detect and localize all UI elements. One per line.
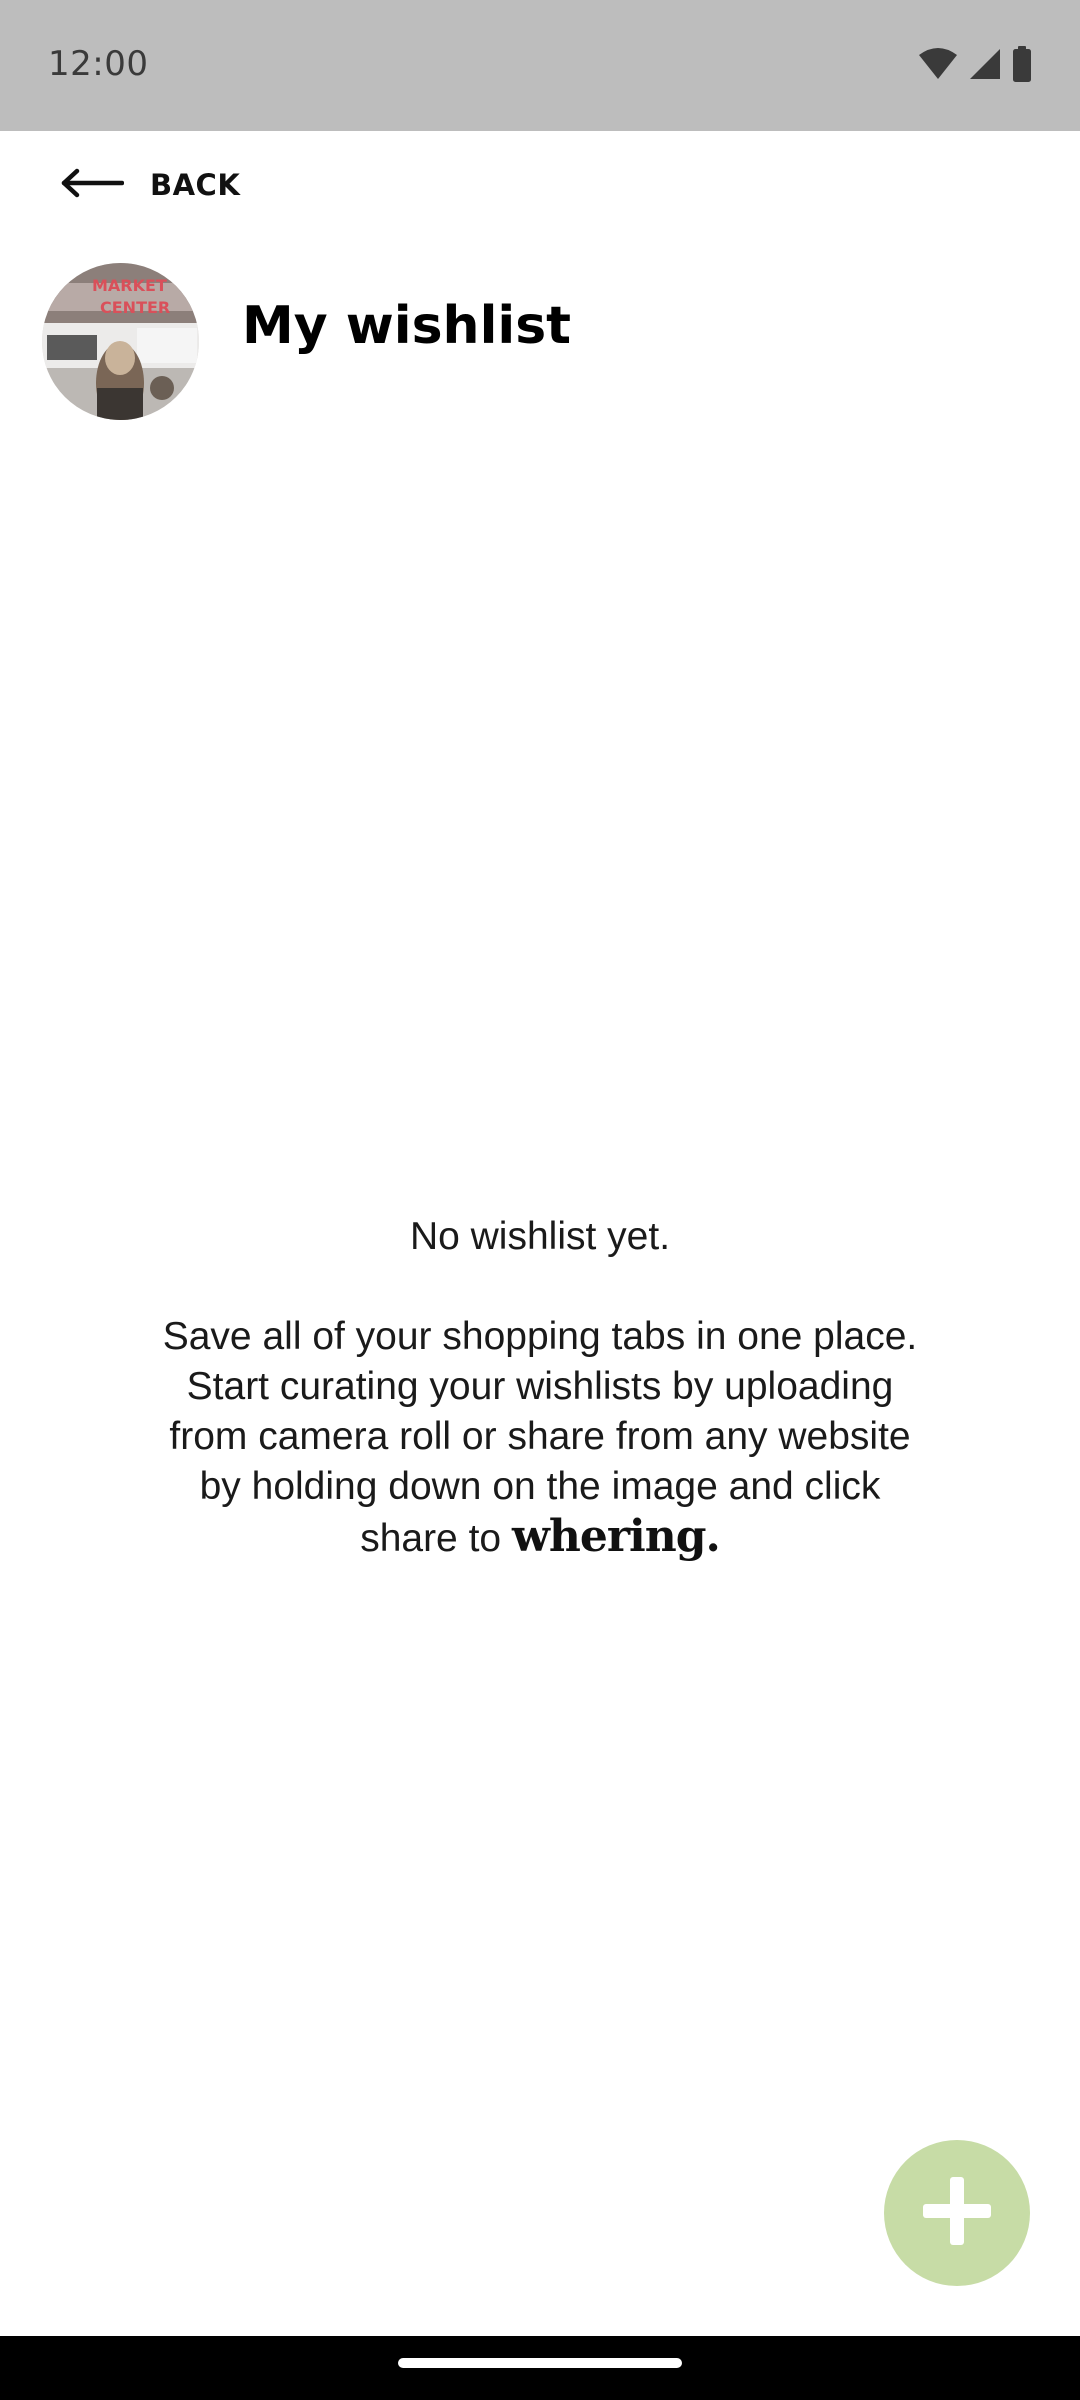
empty-state-last-line: share to whering. (90, 1512, 990, 1564)
system-nav-bar (0, 2336, 1080, 2400)
wifi-icon (918, 47, 958, 81)
empty-state: No wishlist yet. Save all of your shoppi… (90, 1212, 990, 1564)
status-bar: 12:00 (0, 0, 1080, 131)
page-title: My wishlist (242, 296, 572, 356)
empty-state-line: Save all of your shopping tabs in one pl… (162, 1315, 918, 1358)
wishlist-screen: 12:00 BACK MARKET CENTER My wishlist No … (0, 0, 1080, 2400)
arrow-left-icon (60, 168, 125, 203)
empty-state-description: Save all of your shopping tabs in one pl… (90, 1312, 990, 1564)
brand-logo: whering. (511, 1511, 721, 1562)
status-time: 12:00 (48, 44, 149, 84)
back-button[interactable]: BACK (60, 160, 240, 210)
home-indicator[interactable] (398, 2358, 682, 2368)
svg-text:MARKET: MARKET (92, 276, 167, 295)
avatar[interactable]: MARKET CENTER (42, 263, 199, 420)
status-icons (918, 46, 1032, 82)
svg-text:CENTER: CENTER (100, 298, 170, 317)
empty-state-line: Start curating your wishlists by uploadi… (186, 1365, 894, 1408)
battery-icon (1012, 46, 1032, 82)
add-wishlist-item-button[interactable] (884, 2140, 1030, 2286)
cellular-signal-icon (968, 47, 1002, 81)
plus-icon (921, 2175, 993, 2252)
empty-state-title: No wishlist yet. (409, 1215, 671, 1258)
empty-state-line: by holding down on the image and click (199, 1465, 881, 1508)
share-to-text: share to (360, 1517, 502, 1560)
empty-state-line: from camera roll or share from any websi… (169, 1415, 911, 1458)
back-label: BACK (150, 168, 241, 202)
